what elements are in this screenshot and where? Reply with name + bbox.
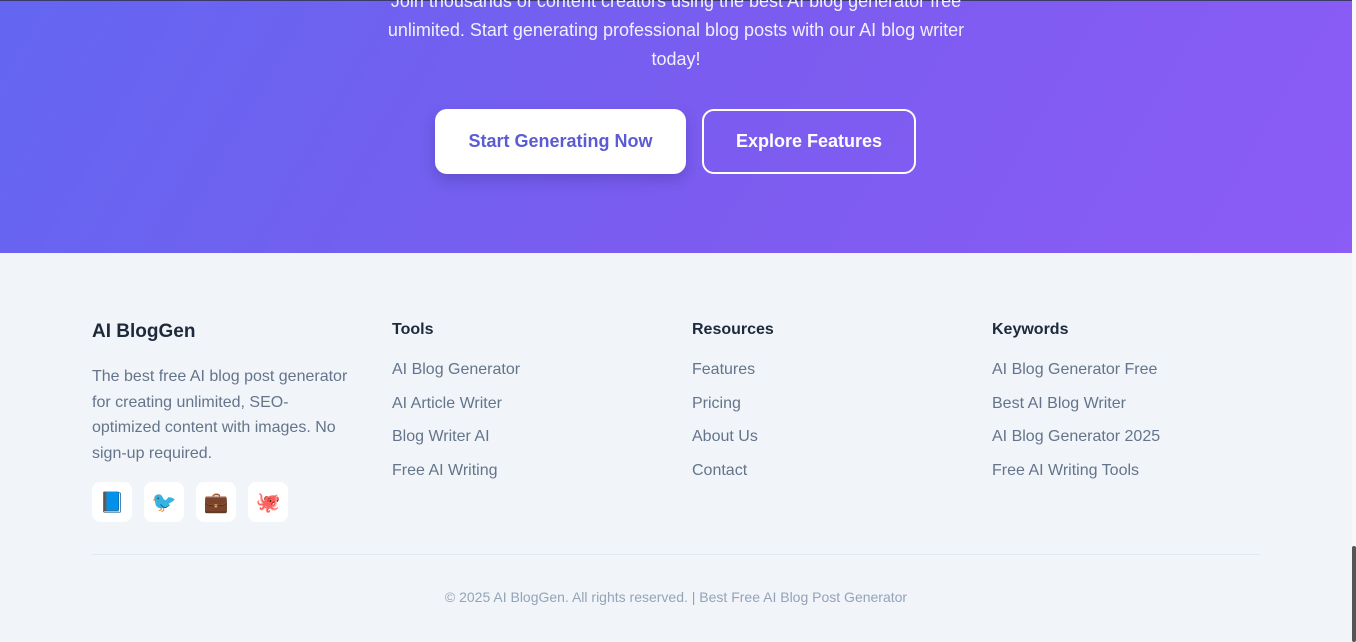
hero-text: Join thousands of content creators using… [387,0,965,69]
footer-link-best-ai-blog-writer[interactable]: Best AI Blog Writer [992,394,1160,428]
briefcase-icon[interactable]: 💼 [196,482,236,522]
book-icon[interactable]: 📘 [92,482,132,522]
footer-column-title: Resources [692,321,774,338]
footer-link-ai-article-writer[interactable]: AI Article Writer [392,394,520,428]
footer-link-about-us[interactable]: About Us [692,427,774,461]
footer-link-ai-blog-generator-2025[interactable]: AI Blog Generator 2025 [992,427,1160,461]
footer-link-ai-blog-generator[interactable]: AI Blog Generator [392,360,520,394]
footer-divider [92,554,1260,555]
footer-column-resources: Resources Features Pricing About Us Cont… [692,321,774,494]
footer-link-blog-writer-ai[interactable]: Blog Writer AI [392,427,520,461]
footer-column-keywords: Keywords AI Blog Generator Free Best AI … [992,321,1160,494]
cta-hero-section: Join thousands of content creators using… [0,0,1352,253]
copyright-text: © 2025 AI BlogGen. All rights reserved. … [444,589,908,605]
footer-link-ai-blog-generator-free[interactable]: AI Blog Generator Free [992,360,1160,394]
footer-brand-description: The best free AI blog post generator for… [92,368,348,463]
footer-link-contact[interactable]: Contact [692,461,774,495]
explore-features-button[interactable]: Explore Features [702,109,916,174]
footer-column-title: Tools [392,321,434,338]
scrollbar-thumb[interactable] [1352,546,1356,642]
page-scrollbar[interactable] [1352,0,1356,642]
octopus-icon[interactable]: 🐙 [248,482,288,522]
footer-column-tools: Tools AI Blog Generator AI Article Write… [392,321,520,494]
footer-link-free-ai-writing[interactable]: Free AI Writing [392,461,520,495]
footer-link-features[interactable]: Features [692,360,774,394]
footer: AI BlogGen The best free AI blog post ge… [0,253,1352,642]
start-generating-button[interactable]: Start Generating Now [435,109,686,174]
bird-icon[interactable]: 🐦 [144,482,184,522]
footer-brand-title: AI BlogGen [92,321,196,342]
footer-column-title: Keywords [992,321,1069,338]
footer-link-free-ai-writing-tools[interactable]: Free AI Writing Tools [992,461,1160,495]
footer-link-pricing[interactable]: Pricing [692,394,774,428]
